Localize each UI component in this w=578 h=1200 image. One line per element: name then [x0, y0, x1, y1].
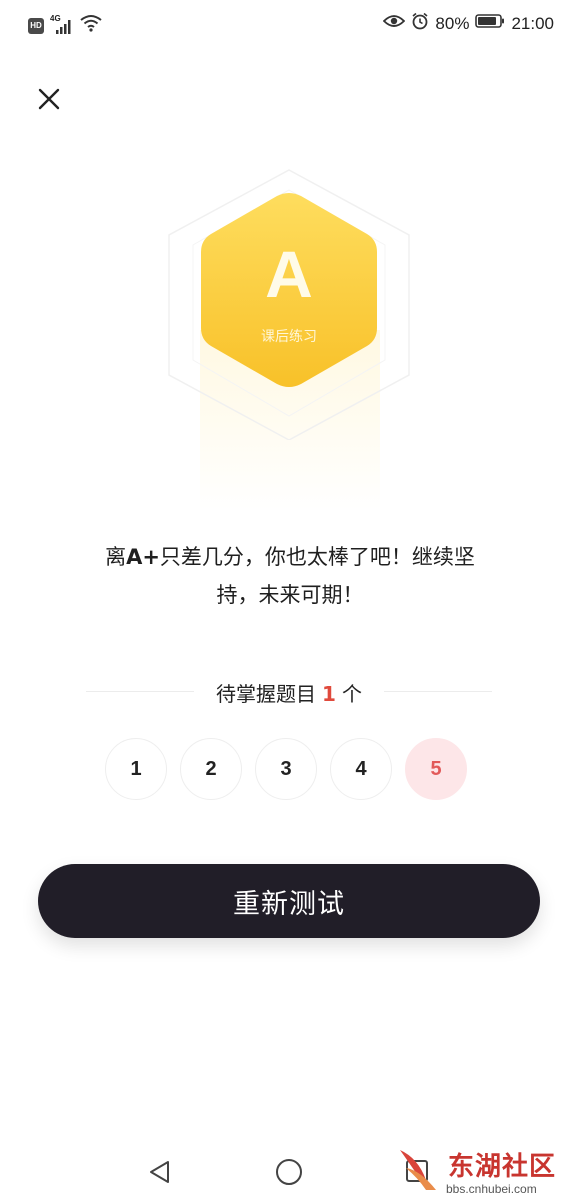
encouragement-message: 离A+只差几分，你也太棒了吧！继续坚 持，未来可期！	[100, 538, 480, 614]
badge-grade-letter: A	[265, 237, 313, 311]
message-line-1: 离A+只差几分，你也太棒了吧！继续坚	[100, 538, 480, 576]
watermark-title: 东湖社区	[448, 1152, 557, 1182]
question-button-1[interactable]: 1	[105, 738, 167, 800]
pending-text: 待掌握题目 1 个	[86, 678, 492, 707]
badge-subtitle: 课后练习	[261, 329, 317, 345]
watermark-logo-icon	[400, 1150, 436, 1190]
question-button-5[interactable]: 5	[405, 738, 467, 800]
wifi-icon	[80, 14, 102, 37]
question-button-4[interactable]: 4	[330, 738, 392, 800]
battery-percent: 80%	[435, 13, 470, 33]
message-grade: A+	[126, 545, 160, 569]
status-bar: HD 4G 80% 21:00	[0, 0, 578, 48]
pending-count: 1	[322, 682, 336, 706]
question-button-3[interactable]: 3	[255, 738, 317, 800]
status-right: 80% 21:00	[383, 12, 554, 35]
status-left: HD 4G	[28, 14, 102, 37]
retest-button[interactable]: 重新测试	[38, 864, 540, 938]
eye-icon	[383, 13, 406, 34]
question-button-2[interactable]: 2	[180, 738, 242, 800]
home-icon[interactable]	[274, 1157, 304, 1191]
pending-questions-header: 待掌握题目 1 个	[86, 674, 492, 710]
watermark: 东湖社区 bbs.cnhubei.com	[396, 1146, 574, 1196]
question-list: 1 2 3 4 5	[105, 738, 467, 800]
pending-label: 待掌握题目	[216, 682, 317, 706]
back-icon[interactable]	[146, 1158, 174, 1190]
hd-icon: HD	[28, 17, 44, 34]
cellular-signal-icon: 4G	[50, 14, 74, 35]
pending-unit: 个	[341, 682, 362, 706]
message-line-1-rest: 只差几分，你也太棒了吧！继续坚	[159, 545, 475, 569]
clock-time: 21:00	[511, 13, 554, 33]
watermark-url: bbs.cnhubei.com	[446, 1182, 537, 1196]
message-line-2: 持，未来可期！	[216, 583, 364, 607]
battery-icon	[475, 13, 505, 34]
alarm-icon	[411, 12, 429, 35]
message-prefix: 离	[105, 545, 127, 569]
close-icon	[38, 88, 60, 110]
close-button[interactable]	[34, 84, 64, 114]
